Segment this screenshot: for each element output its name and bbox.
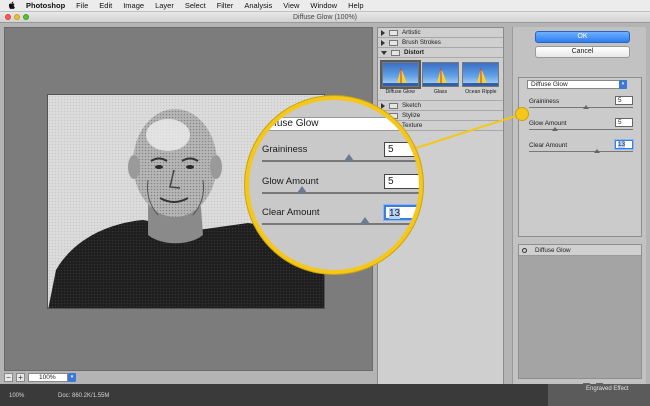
callout-endpoint-dot — [515, 107, 529, 121]
callout-filter-select: Diffuse Glow — [255, 117, 405, 131]
callout-filter-name: Diffuse Glow — [262, 118, 319, 129]
callout-param-label: Glow Amount — [262, 176, 319, 187]
zoom-callout: Diffuse Glow Graininess 5 Glow Amount 5 … — [245, 96, 423, 274]
callout-glow-amount-value: 5 — [384, 174, 419, 189]
callout-slider-knob — [360, 217, 370, 224]
callout-graininess-value: 5 — [384, 142, 419, 157]
callout-value-text: 5 — [388, 176, 394, 187]
callout-clear-amount-value: 13 — [384, 205, 419, 220]
callout-graininess: Graininess 5 — [262, 142, 419, 162]
callout-param-label: Clear Amount — [262, 207, 320, 218]
callout-slider-track — [262, 160, 419, 162]
callout-value-text: 13 — [389, 208, 401, 219]
callout-value-text: 5 — [388, 144, 394, 155]
zoom-callout-content: Diffuse Glow Graininess 5 Glow Amount 5 … — [249, 100, 419, 270]
callout-clear-amount: Clear Amount 13 — [262, 205, 419, 225]
callout-slider-track — [262, 192, 419, 194]
callout-slider-knob — [297, 186, 307, 193]
callout-param-label: Graininess — [262, 144, 308, 155]
callout-slider-knob — [344, 154, 354, 161]
callout-slider-track — [262, 223, 419, 225]
callout-glow-amount: Glow Amount 5 — [262, 174, 419, 194]
